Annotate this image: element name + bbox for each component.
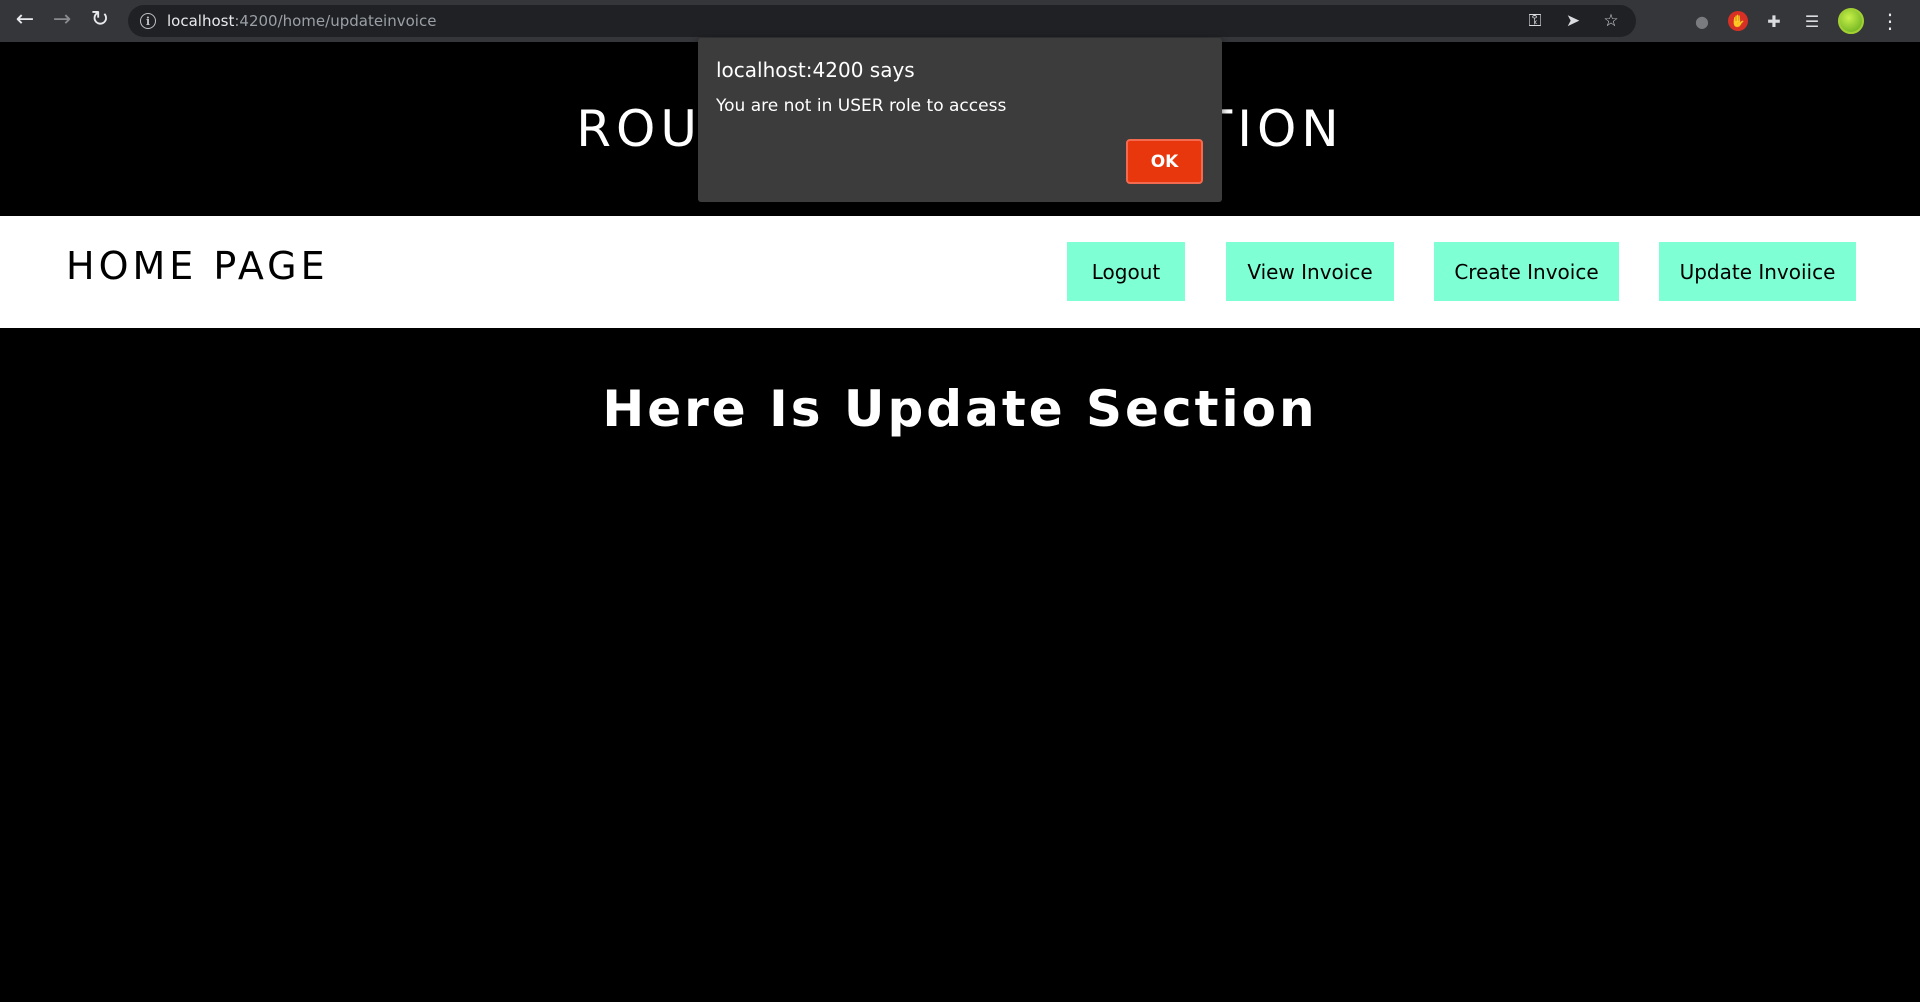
back-arrow-icon[interactable]: ← [11,6,39,34]
site-info-icon[interactable]: i [140,13,156,29]
reload-icon[interactable]: ↻ [86,6,114,34]
update-invoice-button[interactable]: Update Invoiice [1659,242,1856,301]
browser-toolbar: ← → ↻ i localhost:4200/home/updateinvoic… [0,0,1920,42]
address-bar[interactable]: i localhost:4200/home/updateinvoice ⚿ ➤ … [128,5,1636,37]
navbar: HOME PAGE Logout View Invoice Create Inv… [0,216,1920,328]
brand-title: HOME PAGE [66,244,329,288]
profile-avatar[interactable] [1838,8,1864,34]
puzzle-extensions-icon[interactable]: ✚ [1762,9,1786,33]
dialog-message: You are not in USER role to access [716,96,1007,116]
adblock-icon[interactable]: ✋ [1728,11,1748,31]
forward-arrow-icon[interactable]: → [48,6,76,34]
alert-dialog: localhost:4200 says You are not in USER … [698,38,1222,202]
bookmark-star-icon[interactable]: ☆ [1600,10,1622,32]
key-icon[interactable]: ⚿ [1524,10,1546,32]
extension-icon[interactable]: ● [1690,9,1714,33]
logout-button[interactable]: Logout [1067,242,1185,301]
view-invoice-button[interactable]: View Invoice [1226,242,1394,301]
dialog-title: localhost:4200 says [716,58,915,82]
send-icon[interactable]: ➤ [1562,10,1584,32]
section-title: Here Is Update Section [602,380,1318,438]
browser-menu-icon[interactable]: ⋮ [1878,9,1902,33]
create-invoice-button[interactable]: Create Invoice [1434,242,1619,301]
ok-button[interactable]: OK [1126,139,1203,184]
url-text[interactable]: localhost:4200/home/updateinvoice [167,12,436,30]
media-queue-icon[interactable]: ☰ [1800,9,1824,33]
